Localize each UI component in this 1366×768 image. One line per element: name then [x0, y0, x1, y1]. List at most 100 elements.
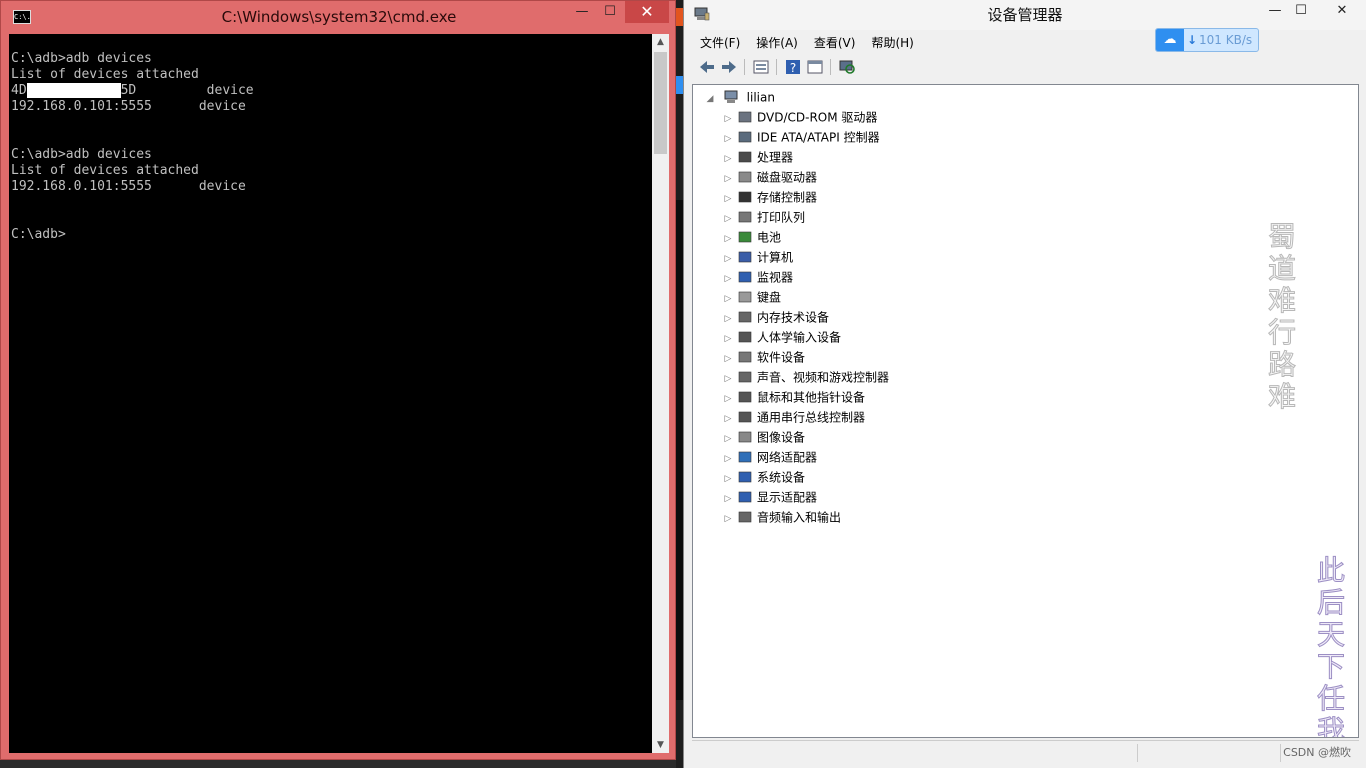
tree-item-category[interactable]: ▷ 磁盘驱动器	[721, 167, 817, 187]
network-speed-widget[interactable]: ☁ ↓ 101 KB/s	[1155, 28, 1259, 52]
dvd-drive-icon	[738, 111, 752, 122]
tree-item-category[interactable]: ▷ 打印队列	[721, 207, 805, 227]
expand-icon[interactable]: ▷	[721, 309, 735, 329]
tree-item-category[interactable]: ▷ 声音、视频和游戏控制器	[721, 367, 889, 387]
tree-item-category[interactable]: ▷ 通用串行总线控制器	[721, 407, 865, 427]
scrollbar-thumb[interactable]	[654, 52, 667, 154]
monitor-icon	[738, 271, 752, 282]
download-arrow-icon: ↓	[1187, 33, 1198, 47]
scroll-up-icon[interactable]: ▲	[652, 34, 669, 50]
collapse-icon[interactable]: ◢	[703, 89, 717, 109]
tree-item-category[interactable]: ▷ 监视器	[721, 267, 793, 287]
camera-icon	[738, 431, 752, 442]
tree-item-label: IDE ATA/ATAPI 控制器	[757, 130, 880, 145]
expand-icon[interactable]: ▷	[721, 189, 735, 209]
device-serial-end: 5D device	[120, 83, 254, 98]
menu-file[interactable]: 文件(F)	[692, 33, 748, 53]
devmgr-titlebar[interactable]: 设备管理器 — ☐ ✕	[684, 0, 1366, 30]
mouse-icon	[738, 391, 752, 402]
expand-icon[interactable]: ▷	[721, 109, 735, 129]
tree-item-label: 计算机	[757, 250, 794, 265]
tree-root-label: lilian	[746, 90, 775, 105]
scroll-down-icon[interactable]: ▼	[652, 737, 669, 753]
minimize-button[interactable]: —	[569, 1, 595, 23]
device-serial-start: 4D	[11, 83, 27, 98]
tree-item-label: 处理器	[757, 150, 794, 165]
cmd-window[interactable]: C:\. C:\Windows\system32\cmd.exe — ☐ ✕ C…	[0, 0, 676, 760]
tree-item-category[interactable]: ▷ 存储控制器	[721, 187, 817, 207]
watermark-poem-1: 蜀道难行路难	[1264, 220, 1300, 413]
printer-icon	[738, 211, 752, 222]
expand-icon[interactable]: ▷	[721, 149, 735, 169]
tree-item-category[interactable]: ▷ 电池	[721, 227, 781, 247]
view-icon[interactable]	[806, 58, 824, 76]
expand-icon[interactable]: ▷	[721, 129, 735, 149]
network-speed-value: 101 KB/s	[1199, 33, 1253, 47]
computer-icon	[738, 251, 752, 262]
device-tree[interactable]: ◢ lilian ▷ DVD/CD-ROM 驱动器 ▷ IDE ATA/ATAPI 控…	[692, 84, 1359, 738]
console-output[interactable]: C:\adb>adb devices List of devices attac…	[9, 34, 652, 753]
menu-view[interactable]: 查看(V)	[806, 33, 864, 53]
tree-item-category[interactable]: ▷ IDE ATA/ATAPI 控制器	[721, 127, 880, 147]
expand-icon[interactable]: ▷	[721, 169, 735, 189]
expand-icon[interactable]: ▷	[721, 509, 735, 529]
menu-action[interactable]: 操作(A)	[748, 33, 806, 53]
watermark-char: 难	[1267, 284, 1296, 317]
tree-item-category[interactable]: ▷ 鼠标和其他指针设备	[721, 387, 865, 407]
tree-item-label: 网络适配器	[757, 450, 818, 465]
console-line: 192.168.0.101:5555 device	[11, 179, 246, 194]
expand-icon[interactable]: ▷	[721, 489, 735, 509]
close-button[interactable]: ✕	[1320, 0, 1364, 22]
watermark-char: 难	[1267, 380, 1296, 413]
minimize-button[interactable]: —	[1262, 0, 1288, 22]
expand-icon[interactable]: ▷	[721, 409, 735, 429]
expand-icon[interactable]: ▷	[721, 429, 735, 449]
forward-arrow-icon[interactable]	[720, 58, 738, 76]
keyboard-icon	[738, 291, 752, 302]
back-arrow-icon[interactable]	[698, 58, 716, 76]
cmd-titlebar[interactable]: C:\. C:\Windows\system32\cmd.exe — ☐ ✕	[1, 1, 675, 33]
expand-icon[interactable]: ▷	[721, 249, 735, 269]
help-icon[interactable]: ?	[784, 58, 802, 76]
audio-io-icon	[738, 511, 752, 522]
device-manager-window[interactable]: 设备管理器 — ☐ ✕ 文件(F) 操作(A) 查看(V) 帮助(H) ☁ ↓ 101…	[683, 0, 1366, 768]
expand-icon[interactable]: ▷	[721, 269, 735, 289]
tree-item-category[interactable]: ▷ 内存技术设备	[721, 307, 829, 327]
maximize-button[interactable]: ☐	[597, 1, 623, 23]
expand-icon[interactable]: ▷	[721, 289, 735, 309]
expand-icon[interactable]: ▷	[721, 369, 735, 389]
watermark-char: 道	[1267, 252, 1296, 285]
tree-item-category[interactable]: ▷ DVD/CD-ROM 驱动器	[721, 107, 878, 129]
tree-item-category[interactable]: ▷ 显示适配器	[721, 487, 817, 507]
menu-help[interactable]: 帮助(H)	[863, 33, 921, 53]
expand-icon[interactable]: ▷	[721, 349, 735, 369]
redacted-serial	[26, 83, 121, 98]
console-line: C:\adb>adb devices	[11, 51, 152, 66]
tree-item-category[interactable]: ▷ 系统设备	[721, 467, 805, 487]
tree-item-category[interactable]: ▷ 图像设备	[721, 427, 805, 447]
expand-icon[interactable]: ▷	[721, 209, 735, 229]
expand-icon[interactable]: ▷	[721, 469, 735, 489]
tree-item-category[interactable]: ▷ 音频输入和输出	[721, 507, 841, 527]
tree-item-category[interactable]: ▷ 键盘	[721, 287, 781, 307]
console-text: C:\adb>adb devices List of devices attac…	[9, 34, 652, 243]
tree-item-category[interactable]: ▷ 软件设备	[721, 347, 805, 367]
expand-icon[interactable]: ▷	[721, 449, 735, 469]
expand-icon[interactable]: ▷	[721, 329, 735, 349]
tree-item-category[interactable]: ▷ 人体学输入设备	[721, 327, 841, 347]
console-scrollbar[interactable]: ▲ ▼	[652, 34, 669, 753]
console-line: List of devices attached	[11, 163, 199, 178]
tree-root-computer[interactable]: ◢ lilian	[703, 87, 775, 107]
console-line: 192.168.0.101:5555 device	[11, 99, 246, 114]
system-device-icon	[738, 471, 752, 482]
tree-item-category[interactable]: ▷ 处理器	[721, 147, 793, 167]
expand-icon[interactable]: ▷	[721, 229, 735, 249]
expand-icon[interactable]: ▷	[721, 389, 735, 409]
close-button[interactable]: ✕	[625, 1, 669, 23]
tree-item-category[interactable]: ▷ 计算机	[721, 247, 793, 267]
watermark-char: 天	[1316, 618, 1345, 651]
properties-icon[interactable]	[752, 58, 770, 76]
maximize-button[interactable]: ☐	[1288, 0, 1314, 22]
scan-hardware-icon[interactable]	[838, 58, 856, 76]
tree-item-category[interactable]: ▷ 网络适配器	[721, 447, 817, 467]
